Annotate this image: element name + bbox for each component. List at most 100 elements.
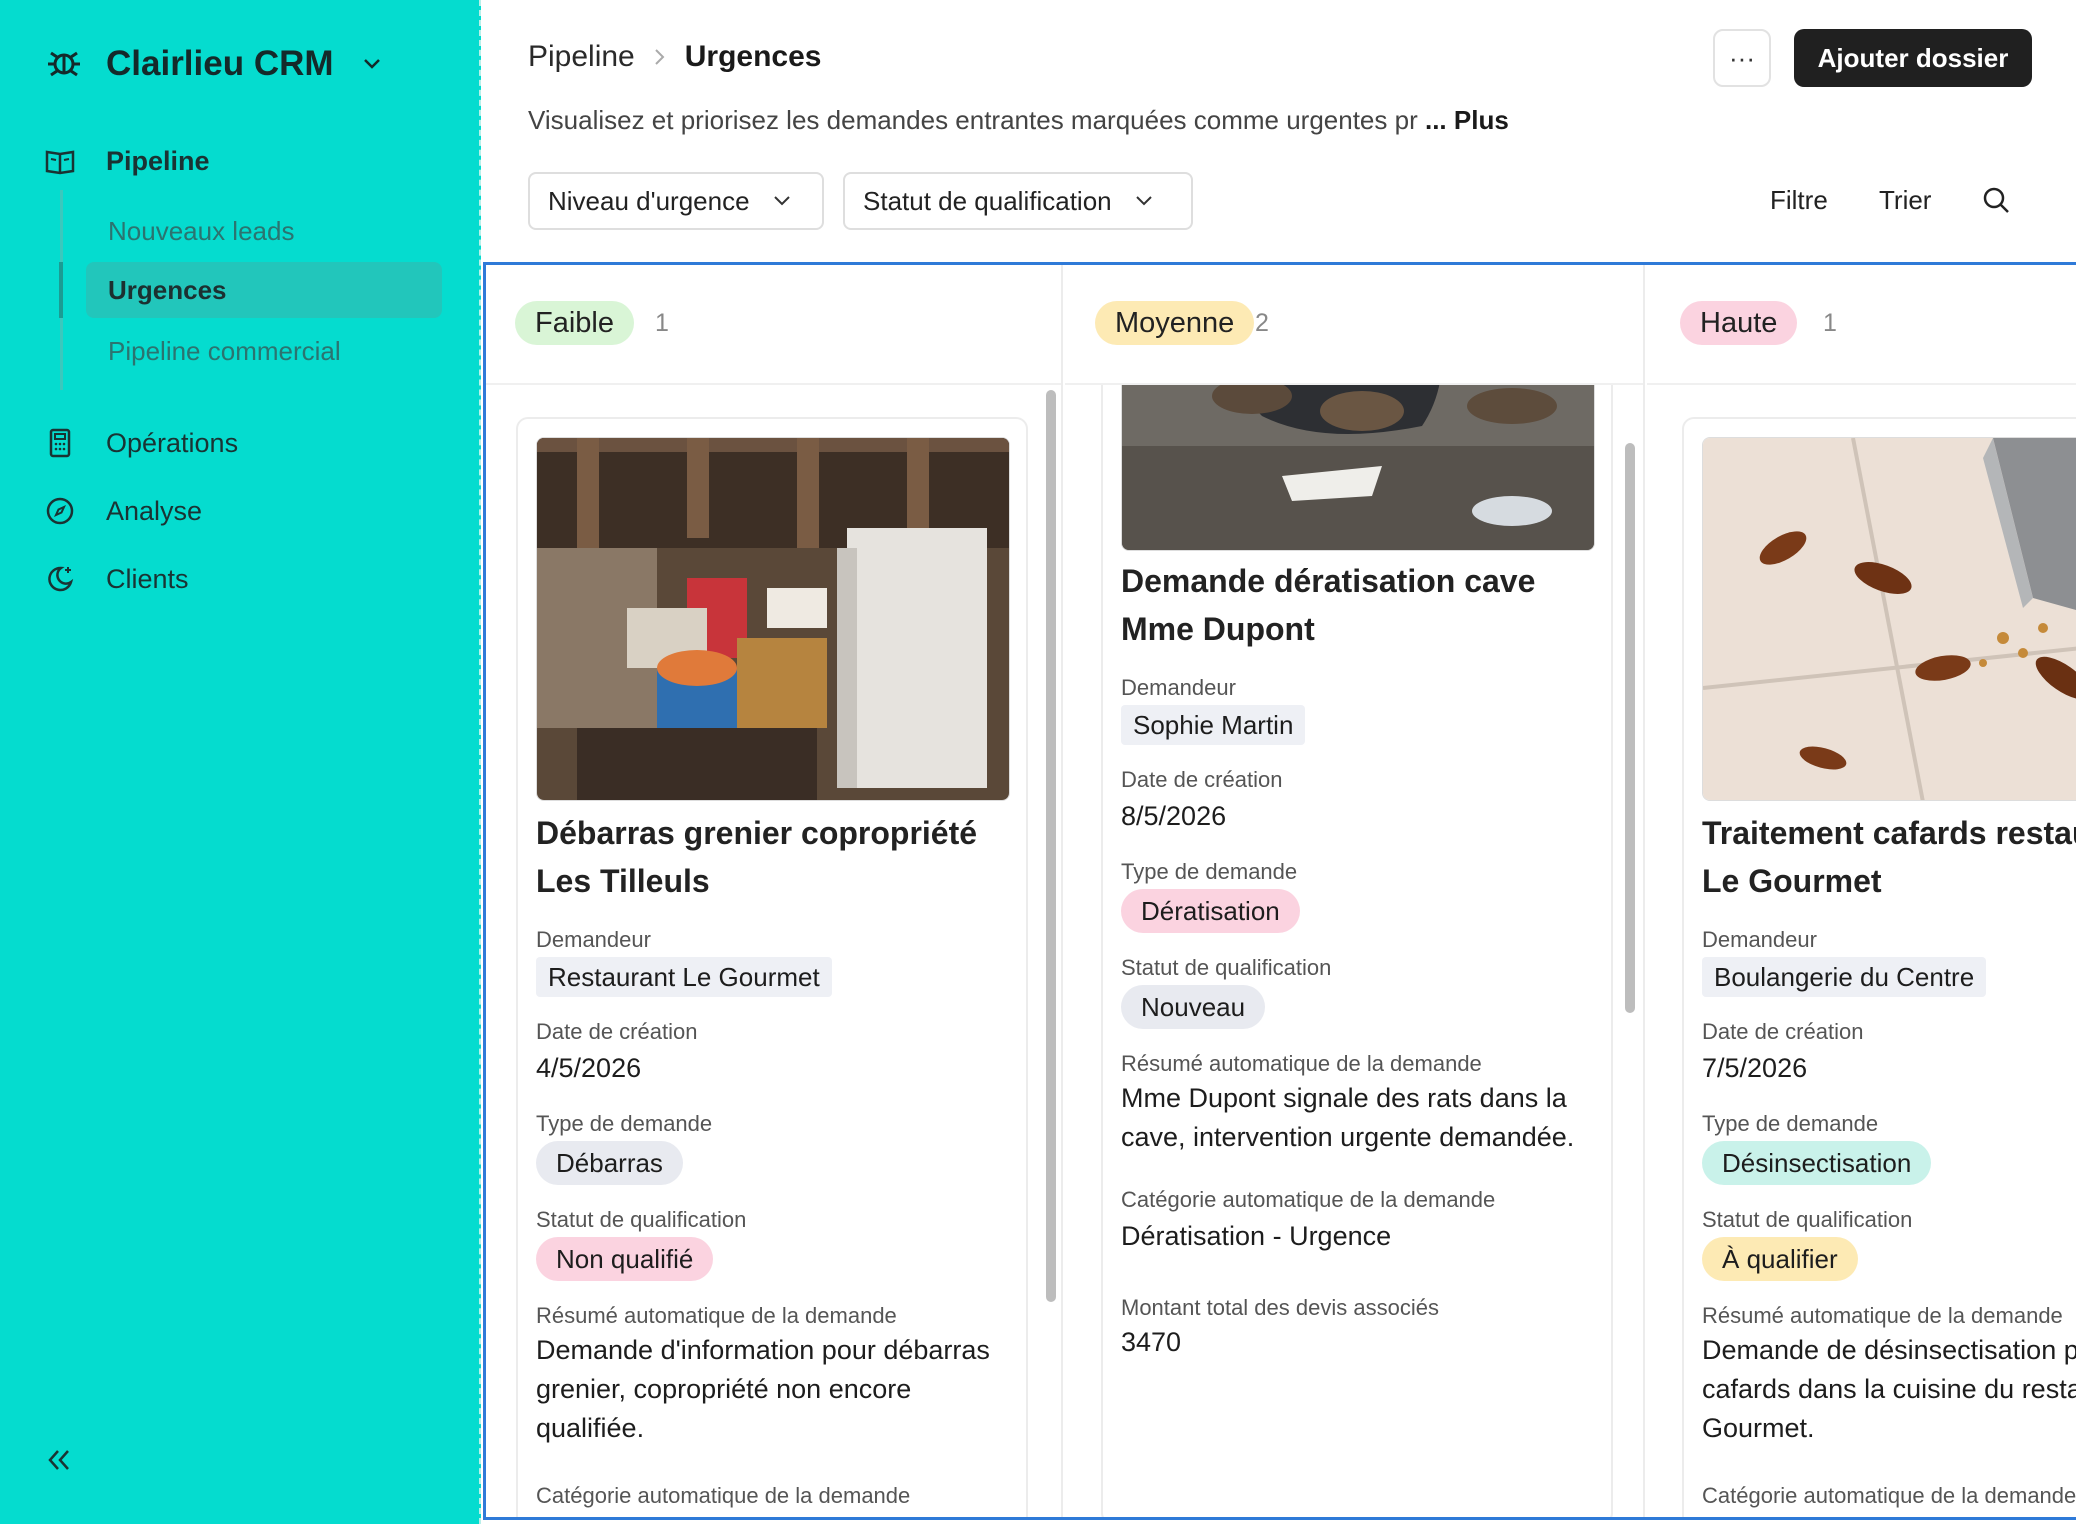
- more-options-button[interactable]: ···: [1713, 29, 1771, 87]
- field-label-status: Statut de qualification: [1702, 1207, 1913, 1232]
- book-icon: [45, 150, 75, 175]
- urgency-filter-dropdown[interactable]: Niveau d'urgence: [528, 172, 824, 230]
- card-photo-cockroaches: [1702, 437, 2076, 801]
- search-icon: [1983, 187, 2009, 213]
- card-photo-attic: [536, 437, 1010, 801]
- auto-summary: Demande de désinsectisation pour cafards…: [1702, 1335, 2076, 1443]
- description-text: Visualisez et priorisez les demandes ent…: [528, 105, 1418, 135]
- nav-operations-label: Opérations: [106, 427, 239, 458]
- column-count: 2: [1255, 309, 1269, 337]
- nav-analyse[interactable]: Analyse: [44, 495, 202, 527]
- column-moyenne: Demande dératisation cave Mme Dupont Dem…: [1065, 265, 1645, 1517]
- type-tag: Dératisation: [1121, 889, 1300, 933]
- kanban-board: Faible 1 Débarras grenier copropriété Le…: [483, 262, 2076, 1520]
- urgency-pill-moyenne: Moyenne: [1095, 301, 1255, 345]
- chevron-down-icon: [773, 196, 790, 206]
- nav-pipeline-label: Pipeline: [106, 145, 210, 176]
- creation-date: 8/5/2026: [1121, 801, 1227, 831]
- column-count: 1: [1823, 309, 1837, 337]
- urgency-filter-label: Niveau d'urgence: [548, 185, 750, 216]
- card-title: Débarras grenier copropriété Les Tilleul…: [536, 815, 978, 899]
- app-name: Clairlieu CRM: [106, 44, 334, 83]
- auto-summary: Mme Dupont signale des rats dans la cave…: [1121, 1083, 1575, 1152]
- status-tag: À qualifier: [1702, 1237, 1858, 1281]
- urgency-pill-faible: Faible: [515, 301, 634, 345]
- column-scrollbar[interactable]: [1046, 390, 1056, 1302]
- page-description: Visualisez et priorisez les demandes ent…: [528, 105, 1509, 136]
- field-label-type: Type de demande: [536, 1111, 713, 1136]
- field-label-category: Catégorie automatique de la demande: [536, 1483, 911, 1508]
- sort-button[interactable]: Trier: [1879, 185, 1931, 216]
- status-filter-dropdown[interactable]: Statut de qualification: [843, 172, 1193, 230]
- bug-logo-icon: [48, 51, 80, 77]
- double-chevron-left-icon: [48, 1450, 69, 1470]
- description-more-link[interactable]: ... Plus: [1425, 105, 1509, 135]
- filter-button[interactable]: Filtre: [1770, 185, 1828, 216]
- breadcrumb: Pipeline Urgences: [528, 40, 821, 74]
- sidebar-item-nouveaux-leads[interactable]: Nouveaux leads: [108, 216, 294, 247]
- requester-chip[interactable]: Boulangerie du Centre: [1702, 957, 1987, 997]
- card-title: Demande dératisation cave Mme Dupont: [1121, 563, 1536, 647]
- field-label-requester: Demandeur: [1121, 675, 1236, 700]
- column-faible: Faible 1 Débarras grenier copropriété Le…: [486, 265, 1063, 1517]
- nav-pipeline[interactable]: Pipeline: [44, 145, 210, 177]
- status-tag: Non qualifié: [536, 1237, 714, 1281]
- creation-date: 7/5/2026: [1702, 1053, 1808, 1083]
- column-count: 1: [655, 309, 669, 337]
- submenu-active-marker: [59, 262, 63, 318]
- field-label-type: Type de demande: [1702, 1111, 1879, 1136]
- type-tag: Débarras: [536, 1141, 683, 1185]
- field-label-summary: Résumé automatique de la demande: [1121, 1051, 1482, 1076]
- requester-chip[interactable]: Restaurant Le Gourmet: [536, 957, 832, 997]
- creation-date: 4/5/2026: [536, 1053, 642, 1083]
- requester-chip[interactable]: Sophie Martin: [1121, 705, 1306, 745]
- nav-operations[interactable]: Opérations: [44, 427, 238, 459]
- urgency-pill-haute: Haute: [1680, 301, 1798, 345]
- quotes-total-amount: 3470: [1121, 1327, 1182, 1357]
- chevron-down-icon: [363, 59, 380, 69]
- nav-analyse-label: Analyse: [106, 495, 203, 526]
- status-filter-label: Statut de qualification: [863, 185, 1112, 216]
- status-tag: Nouveau: [1121, 985, 1266, 1029]
- sidebar-item-urgences[interactable]: Urgences: [86, 262, 442, 318]
- collapse-sidebar-button[interactable]: [44, 1445, 74, 1480]
- field-label-type: Type de demande: [1121, 859, 1298, 884]
- field-label-requester: Demandeur: [536, 927, 651, 952]
- kanban-card[interactable]: Traitement cafards restaurant Le Gourmet…: [1682, 417, 2076, 1517]
- column-header: Moyenne 2: [1065, 265, 1643, 385]
- sidebar: Clairlieu CRM Pipeline Nouveaux leads Ur…: [0, 0, 481, 1524]
- column-header: Haute 1: [1647, 265, 2076, 385]
- kanban-card[interactable]: Débarras grenier copropriété Les Tilleul…: [516, 417, 1028, 1517]
- column-header: Faible 1: [486, 265, 1061, 385]
- add-dossier-button[interactable]: Ajouter dossier: [1794, 29, 2032, 87]
- field-label-category: Catégorie automatique de la demande: [1702, 1483, 2076, 1508]
- sidebar-item-pipeline-commercial[interactable]: Pipeline commercial: [108, 336, 341, 367]
- field-label-amount: Montant total des devis associés: [1121, 1295, 1439, 1320]
- chevron-right-icon: [655, 49, 665, 65]
- moon-stars-icon: [48, 566, 74, 592]
- field-label-summary: Résumé automatique de la demande: [1702, 1303, 2063, 1328]
- field-label-status: Statut de qualification: [1121, 955, 1332, 980]
- page-title: Urgences: [684, 40, 822, 73]
- compass-icon: [46, 497, 74, 525]
- nav-clients[interactable]: Clients: [44, 563, 189, 595]
- auto-summary: Demande d'information pour débarras gren…: [536, 1335, 990, 1443]
- field-label-requester: Demandeur: [1702, 927, 1817, 952]
- kanban-card[interactable]: Demande dératisation cave Mme Dupont Dem…: [1101, 265, 1613, 1517]
- column-scrollbar[interactable]: [1625, 443, 1635, 1013]
- field-label-category: Catégorie automatique de la demande: [1121, 1187, 1496, 1212]
- search-button[interactable]: [1981, 185, 2011, 220]
- field-label-summary: Résumé automatique de la demande: [536, 1303, 897, 1328]
- field-label-status: Statut de qualification: [536, 1207, 747, 1232]
- nav-clients-label: Clients: [106, 563, 189, 594]
- breadcrumb-parent[interactable]: Pipeline: [528, 40, 635, 74]
- chevron-down-icon: [1135, 196, 1152, 206]
- workspace-switcher[interactable]: Clairlieu CRM: [44, 44, 382, 84]
- field-label-date: Date de création: [1121, 767, 1283, 792]
- field-label-date: Date de création: [536, 1019, 698, 1044]
- column-haute: Haute 1 Traitement cafards resta Le Gour…: [1647, 265, 2076, 1517]
- auto-category: Dératisation - Urgence: [1121, 1221, 1392, 1251]
- type-tag: Désinsectisation: [1702, 1141, 1932, 1185]
- card-title: Traitement cafards restaurant Le Gourmet: [1702, 815, 2076, 899]
- calculator-icon: [49, 428, 71, 458]
